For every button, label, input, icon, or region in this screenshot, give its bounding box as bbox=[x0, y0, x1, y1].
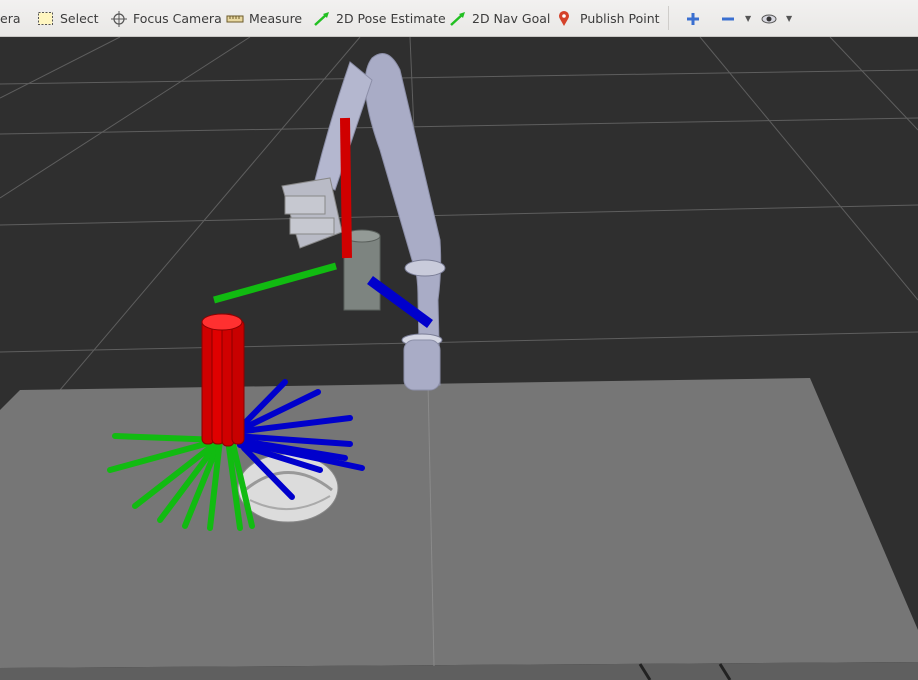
table bbox=[0, 378, 918, 680]
ruler-icon bbox=[226, 11, 244, 27]
chevron-down-icon: ▼ bbox=[745, 14, 752, 23]
plus-icon bbox=[684, 11, 702, 27]
green-arrow-icon bbox=[449, 11, 467, 27]
focus-camera-tool-label: Focus Camera bbox=[133, 11, 222, 26]
nav-goal-tool-button[interactable]: 2D Nav Goal bbox=[449, 0, 550, 37]
eye-icon bbox=[760, 11, 778, 27]
focus-camera-tool-button[interactable]: Focus Camera bbox=[110, 0, 222, 37]
select-tool-button[interactable]: Select bbox=[37, 0, 99, 37]
publish-point-tool-button[interactable]: Publish Point bbox=[557, 0, 660, 37]
view-tool-button[interactable]: ▼ bbox=[760, 0, 792, 37]
measure-tool-button[interactable]: Measure bbox=[226, 0, 302, 37]
green-arrow-icon bbox=[313, 11, 331, 27]
pose-estimate-tool-button[interactable]: 2D Pose Estimate bbox=[313, 0, 446, 37]
interact-tool-label: era bbox=[0, 11, 21, 26]
sphere-object bbox=[237, 453, 339, 523]
interact-tool-button[interactable]: era bbox=[0, 0, 21, 37]
chevron-down-icon: ▼ bbox=[786, 14, 793, 23]
add-tool-button[interactable] bbox=[684, 0, 707, 37]
publish-point-tool-label: Publish Point bbox=[580, 11, 660, 26]
select-tool-label: Select bbox=[60, 11, 99, 26]
3d-viewport[interactable] bbox=[0, 37, 918, 680]
minus-icon bbox=[719, 11, 737, 27]
nav-goal-tool-label: 2D Nav Goal bbox=[472, 11, 551, 26]
pose-estimate-tool-label: 2D Pose Estimate bbox=[336, 11, 446, 26]
measure-tool-label: Measure bbox=[249, 11, 303, 26]
select-rectangle-icon bbox=[37, 11, 55, 27]
grasp-x-axes bbox=[201, 313, 245, 447]
crosshair-icon bbox=[110, 10, 128, 27]
map-pin-icon bbox=[557, 10, 575, 27]
toolbar-separator bbox=[668, 6, 669, 30]
toolbar: era Select Focus Camera Measure 2D Pose … bbox=[0, 0, 918, 37]
remove-tool-button[interactable]: ▼ bbox=[719, 0, 751, 37]
